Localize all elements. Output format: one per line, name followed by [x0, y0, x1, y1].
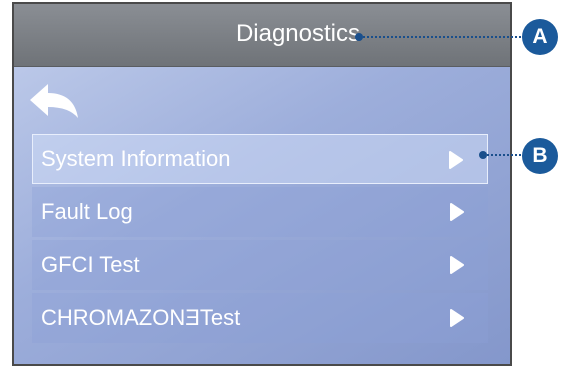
menu-item-label: CHROMAZONƎTest: [41, 305, 241, 330]
play-arrow-icon: [450, 203, 464, 221]
play-arrow-icon: [450, 256, 464, 274]
callout-a-dot: [355, 33, 363, 41]
callout-b-line: [487, 154, 521, 156]
menu-item-gfci-test[interactable]: GFCI Test: [32, 240, 488, 290]
play-arrow-icon: [449, 151, 463, 169]
back-arrow-icon[interactable]: [28, 82, 82, 122]
callout-b-dot: [479, 151, 487, 159]
menu-item-label: System Information: [41, 146, 231, 171]
callout-badge-a: A: [522, 19, 558, 55]
menu-item-chromazone-test[interactable]: CHROMAZONƎTest: [32, 293, 488, 343]
callout-a-line: [363, 36, 521, 38]
callout-badge-b: B: [522, 138, 558, 174]
menu-item-label: GFCI Test: [41, 252, 140, 277]
diagnostics-menu: System Information Fault Log GFCI Test C…: [32, 134, 488, 346]
device-screen: Diagnostics System Information Fault Log…: [12, 2, 512, 366]
page-title: Diagnostics: [235, 20, 360, 47]
play-arrow-icon: [450, 309, 464, 327]
menu-item-system-information[interactable]: System Information: [32, 134, 488, 184]
menu-item-fault-log[interactable]: Fault Log: [32, 187, 488, 237]
menu-item-label: Fault Log: [41, 199, 133, 224]
